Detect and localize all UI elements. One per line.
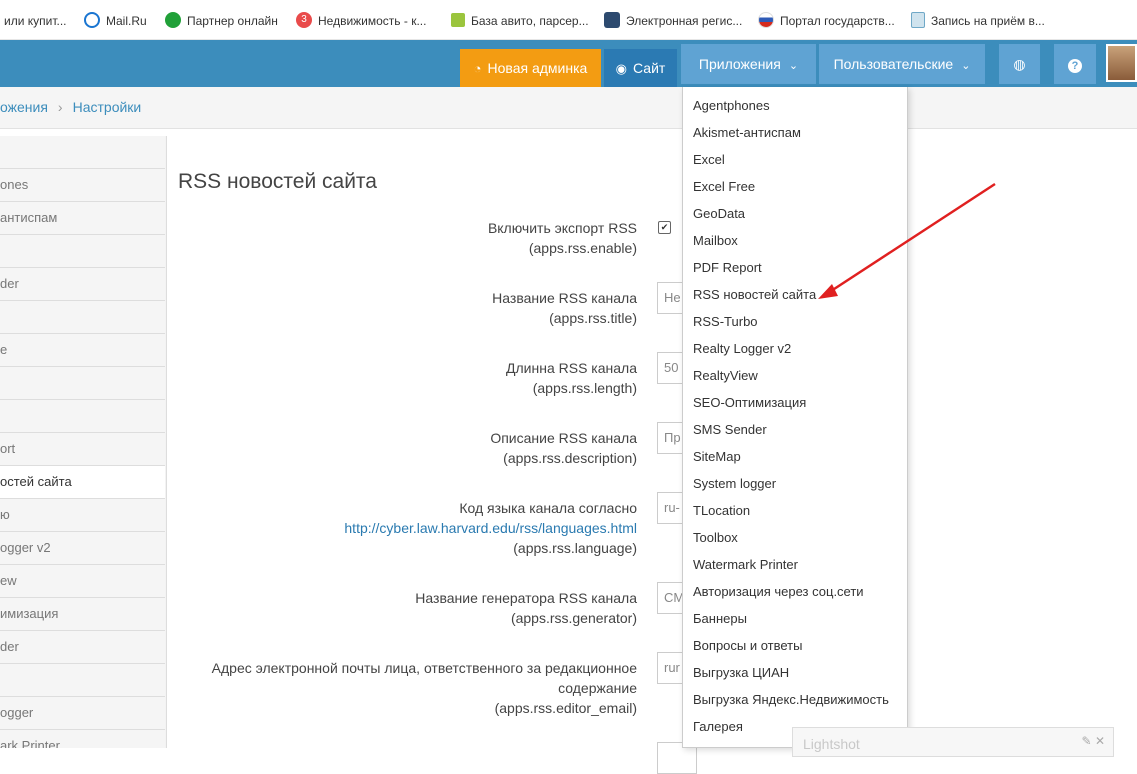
annotation-arrow-head: [818, 284, 838, 299]
annotation-arrow-line: [827, 182, 996, 295]
annotation-arrow: [818, 182, 996, 299]
